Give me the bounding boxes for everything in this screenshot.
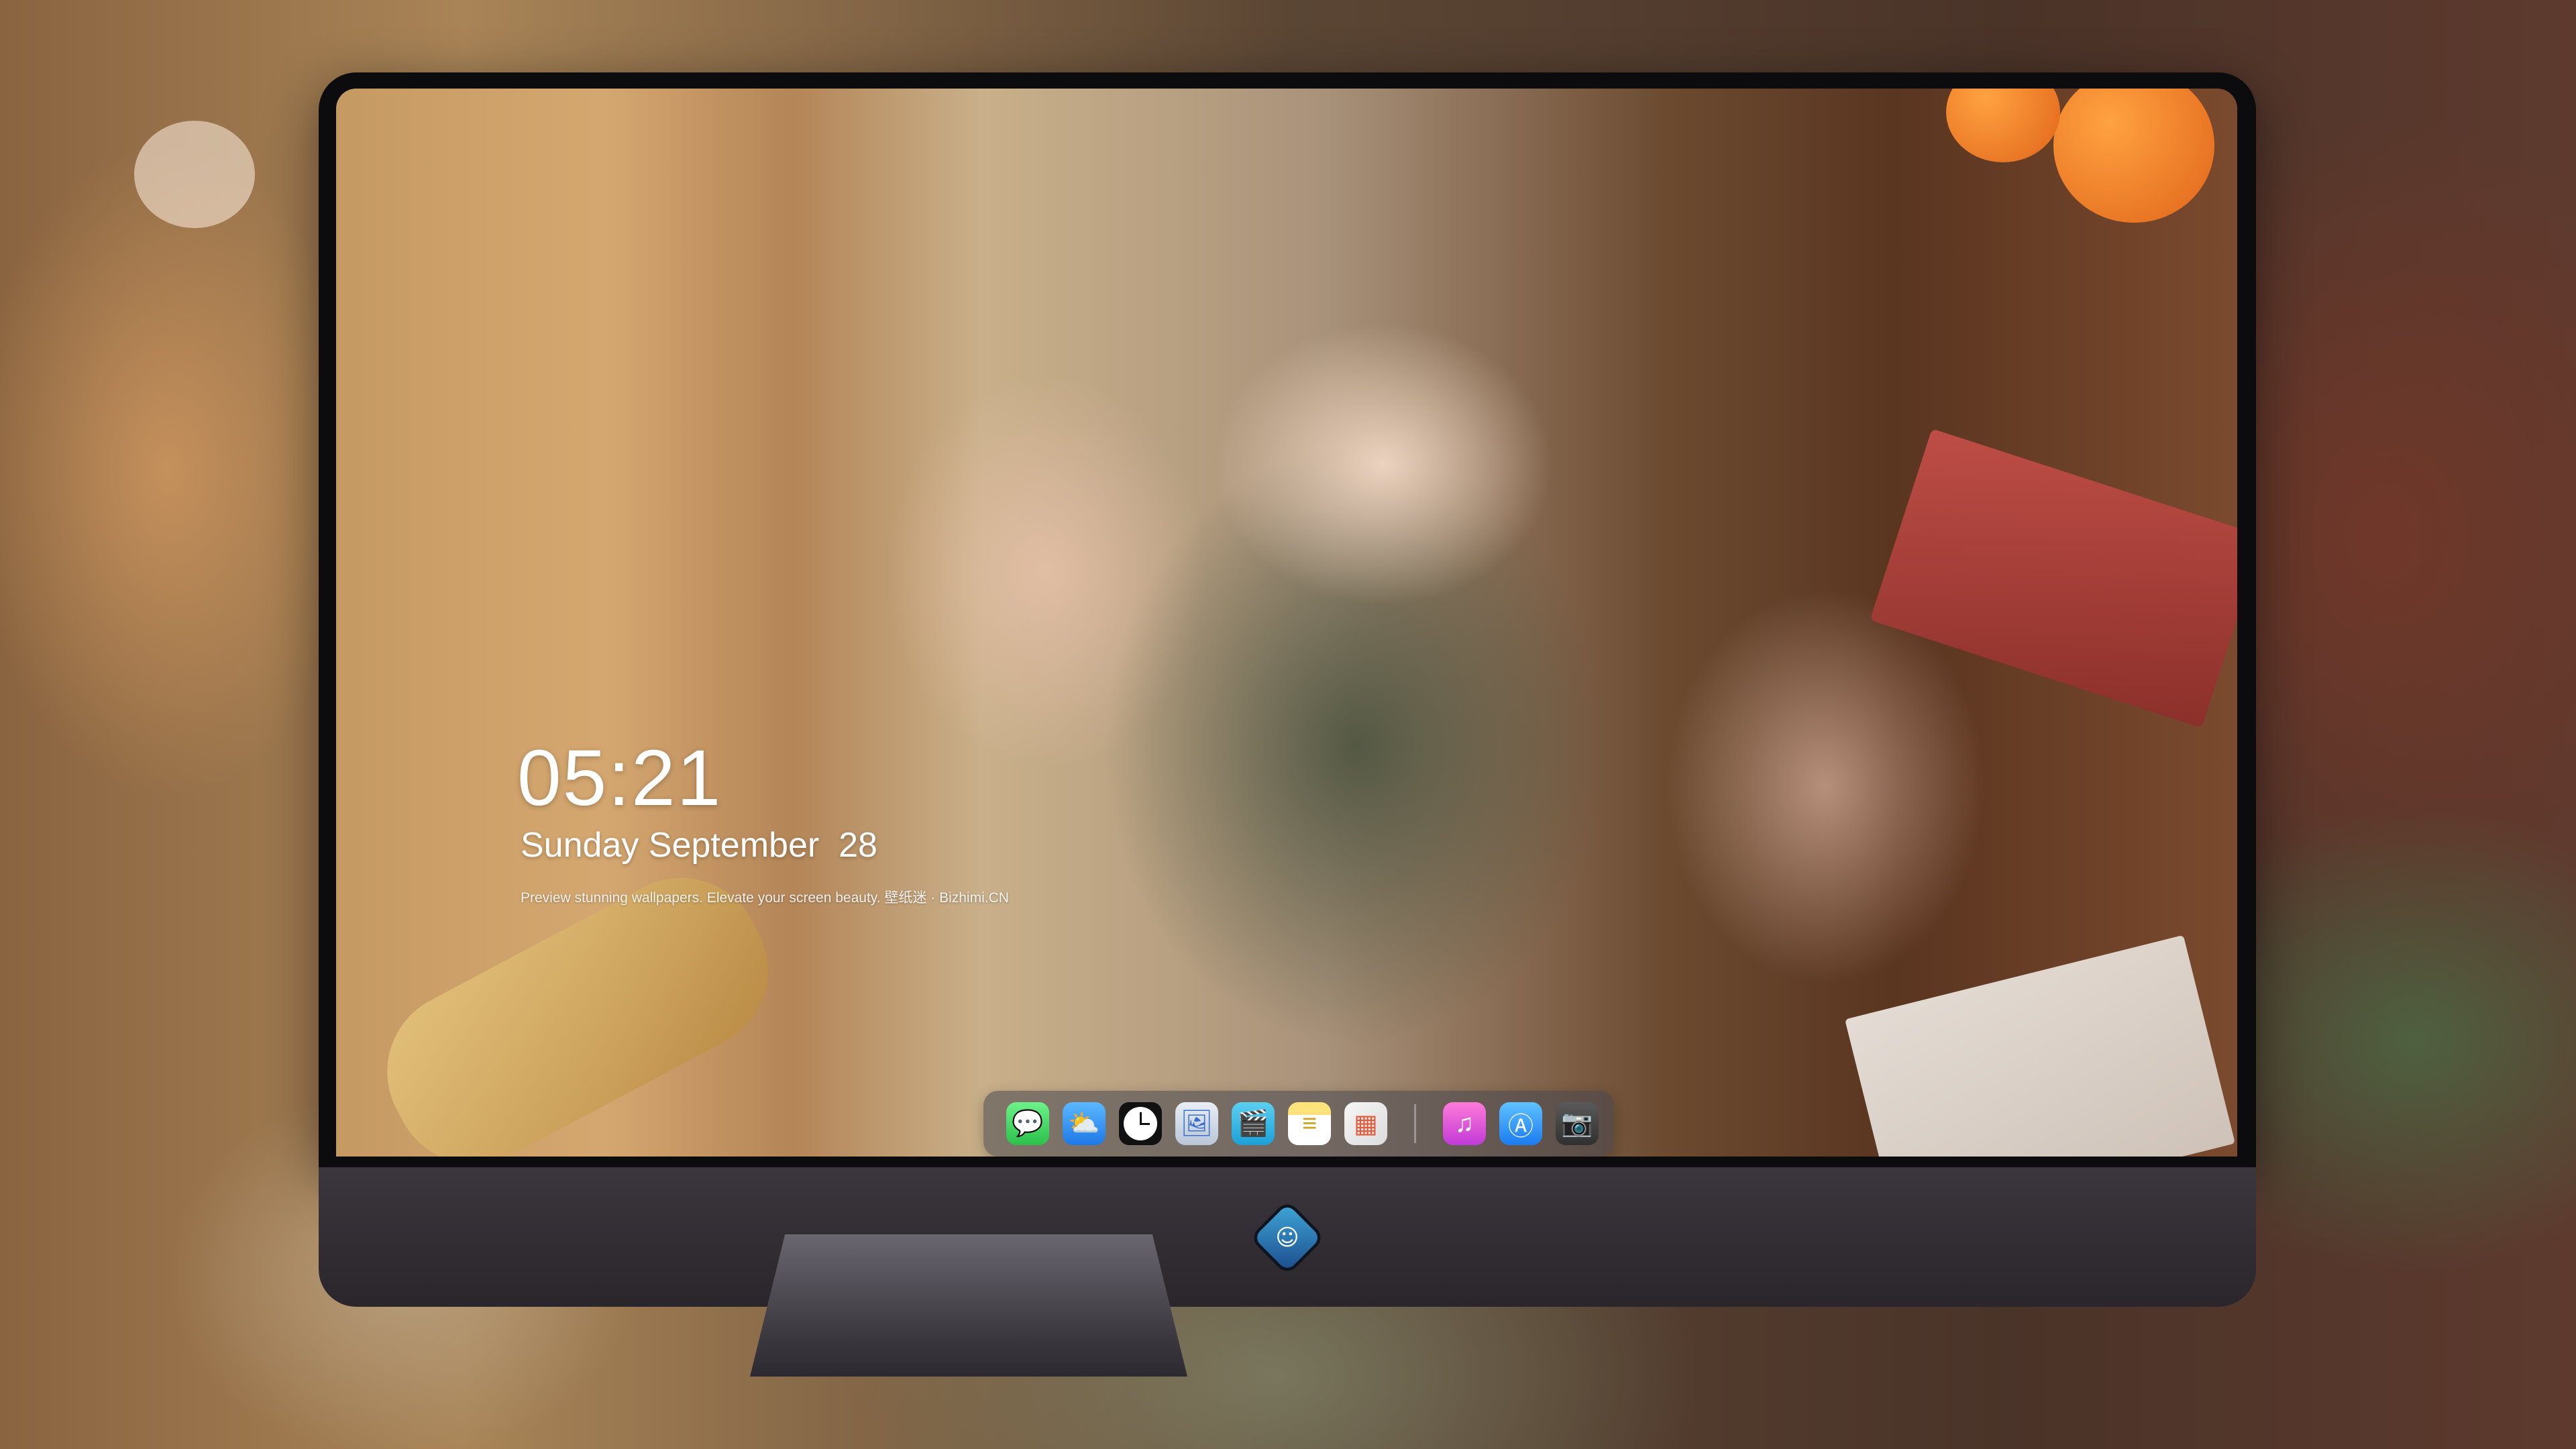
- app-store-icon[interactable]: Ⓐ: [1499, 1102, 1542, 1145]
- preview-icon[interactable]: 🖼: [1175, 1102, 1218, 1145]
- camera-icon[interactable]: 📷: [1556, 1102, 1599, 1145]
- notes-icon[interactable]: ≡: [1288, 1102, 1331, 1145]
- brand-logo-mascot: ☺: [1275, 1224, 1299, 1251]
- lock-date: Sunday September 28: [521, 826, 877, 865]
- photos-icon[interactable]: ▦: [1344, 1102, 1387, 1145]
- wallpaper-tagline: Preview stunning wallpapers. Elevate you…: [521, 890, 1009, 906]
- wallpaper-box: [1845, 934, 2235, 1157]
- monitor-bezel: 05:21 Sunday September 28 Preview stunni…: [319, 72, 2256, 1167]
- messages-icon[interactable]: 💬: [1006, 1102, 1049, 1145]
- desktop-screen: 05:21 Sunday September 28 Preview stunni…: [336, 89, 2237, 1157]
- wallpaper-orange: [2053, 89, 2214, 223]
- music-icon[interactable]: ♫: [1443, 1102, 1486, 1145]
- dock: 💬 ⛅ 🖼 🎬 ≡ ▦ ♫ Ⓐ 📷: [983, 1091, 1614, 1157]
- background-highlight: [134, 121, 255, 228]
- lock-clock: 05:21: [517, 734, 722, 822]
- monitor: 05:21 Sunday September 28 Preview stunni…: [319, 72, 2256, 1307]
- clock-face: [1124, 1107, 1157, 1140]
- monitor-chin: ☺: [319, 1167, 2256, 1307]
- dock-separator: [1414, 1104, 1416, 1143]
- clock-icon[interactable]: [1119, 1102, 1162, 1145]
- weather-icon[interactable]: ⛅: [1063, 1102, 1106, 1145]
- wallpaper-orange: [1946, 89, 2060, 162]
- clips-icon[interactable]: 🎬: [1232, 1102, 1275, 1145]
- wallpaper-book: [1870, 428, 2237, 729]
- monitor-stand: [750, 1234, 1187, 1377]
